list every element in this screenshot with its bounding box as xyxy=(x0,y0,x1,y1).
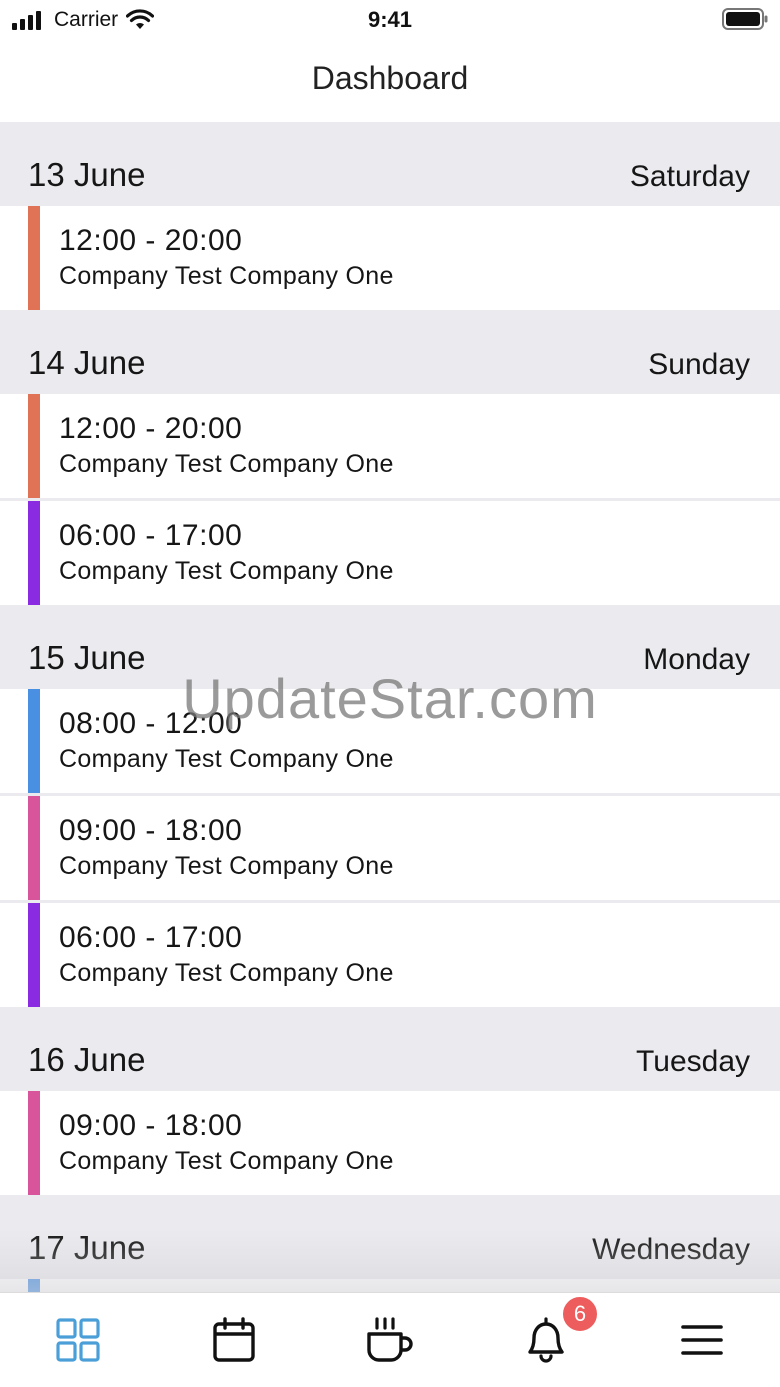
notification-badge: 6 xyxy=(561,1295,599,1333)
tab-dashboard[interactable] xyxy=(53,1315,103,1365)
shift-time: 12:00 - 20:00 xyxy=(59,412,243,445)
tab-calendar[interactable] xyxy=(209,1315,259,1365)
grid-icon xyxy=(56,1318,100,1362)
shift-company: Company Test Company One xyxy=(59,557,394,585)
shift-time: 09:00 - 18:00 xyxy=(59,814,243,847)
bell-icon xyxy=(528,1317,564,1363)
shift-company: Company Test Company One xyxy=(59,745,394,773)
shift-color-bar xyxy=(28,796,40,900)
shift-time: 06:00 - 17:00 xyxy=(59,519,243,552)
navigation-bar: Dashboard xyxy=(0,40,780,122)
day-weekday: Tuesday xyxy=(636,1045,750,1078)
shift-item[interactable]: 12:00 - 20:00 Company Test Company One xyxy=(0,394,780,498)
shift-time: 09:00 - 18:00 xyxy=(59,1109,243,1142)
status-time: 9:41 xyxy=(367,7,413,32)
shift-item[interactable]: 09:00 - 18:00 Company Test Company One xyxy=(0,1091,780,1195)
shift-company: Company Test Company One xyxy=(59,262,394,290)
shift-item[interactable]: 06:00 - 17:00 Company Test Company One xyxy=(0,903,780,1007)
tab-break[interactable] xyxy=(365,1315,415,1365)
coffee-cup-icon xyxy=(367,1317,413,1362)
shift-color-bar xyxy=(28,1091,40,1195)
tab-menu[interactable] xyxy=(677,1315,727,1365)
shift-item[interactable]: 09:00 - 18:00 Company Test Company One xyxy=(0,796,780,900)
day-date: 16 June xyxy=(28,1041,146,1078)
shift-time: 12:00 - 20:00 xyxy=(59,224,243,257)
shift-color-bar xyxy=(28,1279,40,1292)
shift-item[interactable] xyxy=(0,1279,780,1292)
shift-color-bar xyxy=(28,501,40,605)
shift-item[interactable]: 06:00 - 17:00 Company Test Company One xyxy=(0,501,780,605)
shift-company: Company Test Company One xyxy=(59,852,394,880)
shift-color-bar xyxy=(28,903,40,1007)
shift-company: Company Test Company One xyxy=(59,959,394,987)
status-bar: Carrier 9:41 xyxy=(0,0,780,40)
day-header: 13 June Saturday xyxy=(0,122,780,206)
shift-color-bar xyxy=(28,394,40,498)
hamburger-menu-icon xyxy=(681,1325,723,1355)
shift-company: Company Test Company One xyxy=(59,450,394,478)
day-date: 17 June xyxy=(28,1229,146,1266)
day-header: 17 June Wednesday xyxy=(0,1195,780,1279)
watermark: UpdateStar.com xyxy=(182,667,598,730)
day-weekday: Saturday xyxy=(629,160,750,193)
shift-color-bar xyxy=(28,206,40,310)
day-header: 14 June Sunday xyxy=(0,310,780,394)
page-title: Dashboard xyxy=(311,60,469,96)
day-weekday: Sunday xyxy=(648,348,750,381)
tab-bar: 6 xyxy=(0,1292,780,1387)
day-date: 14 June xyxy=(28,344,146,381)
shift-item[interactable]: 12:00 - 20:00 Company Test Company One xyxy=(0,206,780,310)
shift-time: 06:00 - 17:00 xyxy=(59,921,243,954)
calendar-icon xyxy=(213,1317,255,1362)
battery-icon xyxy=(722,8,768,30)
day-date: 13 June xyxy=(28,156,146,193)
day-weekday: Wednesday xyxy=(592,1233,750,1266)
tab-notifications[interactable]: 6 xyxy=(521,1295,599,1365)
shift-company: Company Test Company One xyxy=(59,1147,394,1175)
battery-indicator xyxy=(722,8,768,35)
day-header: 16 June Tuesday xyxy=(0,1007,780,1091)
